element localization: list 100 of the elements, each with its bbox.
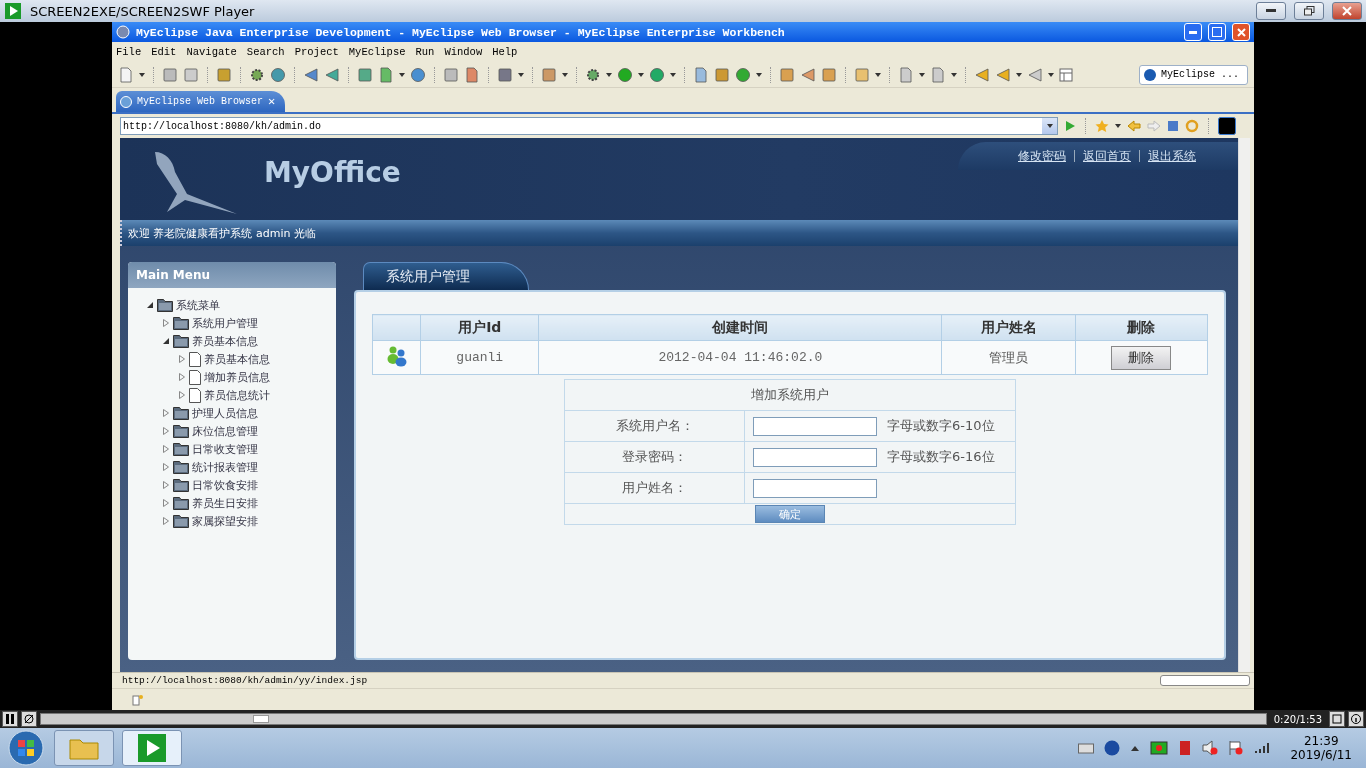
expanded-arrow-icon[interactable]: [146, 301, 154, 309]
tree-item[interactable]: 床位信息管理: [192, 423, 258, 439]
new-file-icon[interactable]: [118, 66, 134, 83]
caret-icon: [139, 72, 145, 77]
camera-icon[interactable]: [497, 66, 513, 83]
minimize-button[interactable]: [1256, 2, 1286, 20]
collapsed-arrow-icon[interactable]: [162, 499, 170, 507]
speaker-muted-icon[interactable]: [1202, 740, 1219, 756]
tree-item[interactable]: 养员信息统计: [204, 387, 270, 403]
restore-button[interactable]: [1294, 2, 1324, 20]
menu-item[interactable]: Edit: [151, 46, 177, 58]
collapsed-arrow-icon[interactable]: [162, 517, 170, 525]
pause-button[interactable]: [2, 711, 18, 727]
table-cell: 管理员: [941, 340, 1076, 375]
tree-item[interactable]: 日常饮食安排: [192, 477, 258, 493]
perspective-button[interactable]: MyEclipse ...: [1139, 64, 1248, 85]
browser-tab[interactable]: MyEclipse Web Browser ✕: [116, 91, 286, 112]
monitor-icon[interactable]: [1150, 740, 1169, 756]
menu-item[interactable]: Navigate: [186, 46, 237, 58]
seek-track[interactable]: [40, 713, 1267, 725]
collapsed-arrow-icon[interactable]: [162, 481, 170, 489]
scrollbar[interactable]: [1238, 138, 1250, 672]
arrow-right-icon[interactable]: [1027, 66, 1043, 83]
seek-thumb[interactable]: [253, 715, 270, 723]
fast-view-icon[interactable]: [132, 693, 144, 706]
player-logo-icon: [4, 2, 22, 20]
refresh-icon[interactable]: [735, 66, 751, 83]
close-button[interactable]: [1332, 2, 1362, 20]
square-icon[interactable]: [1218, 117, 1236, 135]
stop-icon[interactable]: [1167, 120, 1179, 132]
export-icon[interactable]: [464, 66, 480, 83]
header-link[interactable]: 返回首页: [1083, 148, 1131, 164]
page-icon: [189, 351, 201, 367]
menu-item[interactable]: MyEclipse: [348, 46, 406, 58]
bean-icon[interactable]: [541, 66, 557, 83]
fullscreen-button[interactable]: [1329, 711, 1345, 727]
input-field[interactable]: [753, 416, 877, 436]
menu-item[interactable]: Window: [444, 46, 483, 58]
start-button[interactable]: [6, 729, 46, 767]
network-icon[interactable]: [1178, 740, 1193, 756]
page-tab[interactable]: 系统用户管理: [363, 262, 529, 290]
server-icon[interactable]: [270, 66, 286, 83]
collapsed-arrow-icon[interactable]: [178, 373, 186, 381]
tree-item[interactable]: 系统菜单: [176, 297, 220, 313]
slashed-circle-icon: [24, 714, 34, 724]
caret-icon: [1016, 72, 1022, 77]
run-icon[interactable]: [617, 66, 633, 83]
header-link[interactable]: 退出系统: [1148, 148, 1196, 164]
save-icon[interactable]: [162, 66, 178, 83]
header-link[interactable]: 修改密码: [1018, 148, 1066, 164]
tree-item[interactable]: 养员生日安排: [192, 495, 258, 511]
caret-icon: [919, 72, 925, 77]
welcome-text: 欢迎 养老院健康看护系统 admin 光临: [128, 225, 316, 241]
globe-icon[interactable]: [410, 66, 426, 83]
input-field[interactable]: [753, 478, 877, 498]
mute-button[interactable]: [21, 711, 37, 727]
menu-item[interactable]: Help: [492, 46, 518, 58]
go-icon[interactable]: [1064, 120, 1076, 132]
box-icon[interactable]: [216, 66, 232, 83]
menu-item[interactable]: Search: [246, 46, 285, 58]
open-perspective-icon[interactable]: [1059, 67, 1073, 82]
refresh-icon[interactable]: [1185, 119, 1199, 133]
arrow-left-icon[interactable]: [995, 66, 1011, 83]
signal-icon[interactable]: [1254, 742, 1271, 754]
print-icon[interactable]: [183, 66, 199, 83]
expanded-arrow-icon[interactable]: [162, 337, 170, 345]
collapsed-arrow-icon[interactable]: [162, 319, 170, 327]
input-field[interactable]: [753, 447, 877, 467]
close-icon: [1342, 6, 1352, 16]
tree-item[interactable]: 统计报表管理: [192, 459, 258, 475]
url-field[interactable]: http://localhost:8080/kh/admin.do: [120, 117, 1058, 135]
tree-item[interactable]: 家属探望安排: [192, 513, 258, 529]
collapsed-arrow-icon[interactable]: [178, 391, 186, 399]
tree-item[interactable]: 养员基本信息: [204, 351, 270, 367]
flag-icon[interactable]: [1228, 740, 1245, 756]
caret-icon: [1046, 124, 1053, 128]
menu-item[interactable]: Run: [415, 46, 435, 58]
up-arrow-icon[interactable]: [1130, 744, 1141, 752]
taskbar-button[interactable]: [122, 730, 182, 766]
tree-item[interactable]: 日常收支管理: [192, 441, 258, 457]
delete-button[interactable]: 删除: [1111, 345, 1172, 370]
star-icon[interactable]: [1095, 119, 1109, 133]
tools-icon[interactable]: [649, 66, 665, 83]
tree-item[interactable]: 护理人员信息: [192, 405, 258, 421]
clock[interactable]: 21:39 2019/6/11: [1280, 734, 1360, 762]
menu-item[interactable]: File: [116, 46, 142, 58]
collapsed-arrow-icon[interactable]: [162, 427, 170, 435]
collapsed-arrow-icon[interactable]: [162, 409, 170, 417]
info-button[interactable]: [1348, 711, 1364, 727]
help-icon[interactable]: [1104, 740, 1121, 756]
keyboard-icon[interactable]: [1078, 742, 1095, 754]
back-icon[interactable]: [1127, 120, 1141, 132]
tree-item[interactable]: 系统用户管理: [192, 315, 258, 331]
taskbar-button[interactable]: [54, 730, 114, 766]
collapsed-arrow-icon[interactable]: [162, 445, 170, 453]
collapsed-arrow-icon[interactable]: [162, 463, 170, 471]
menu-item[interactable]: Project: [294, 46, 339, 58]
tree-item[interactable]: 养员基本信息: [192, 333, 258, 349]
tree-item[interactable]: 增加养员信息: [204, 369, 270, 385]
collapsed-arrow-icon[interactable]: [178, 355, 186, 363]
